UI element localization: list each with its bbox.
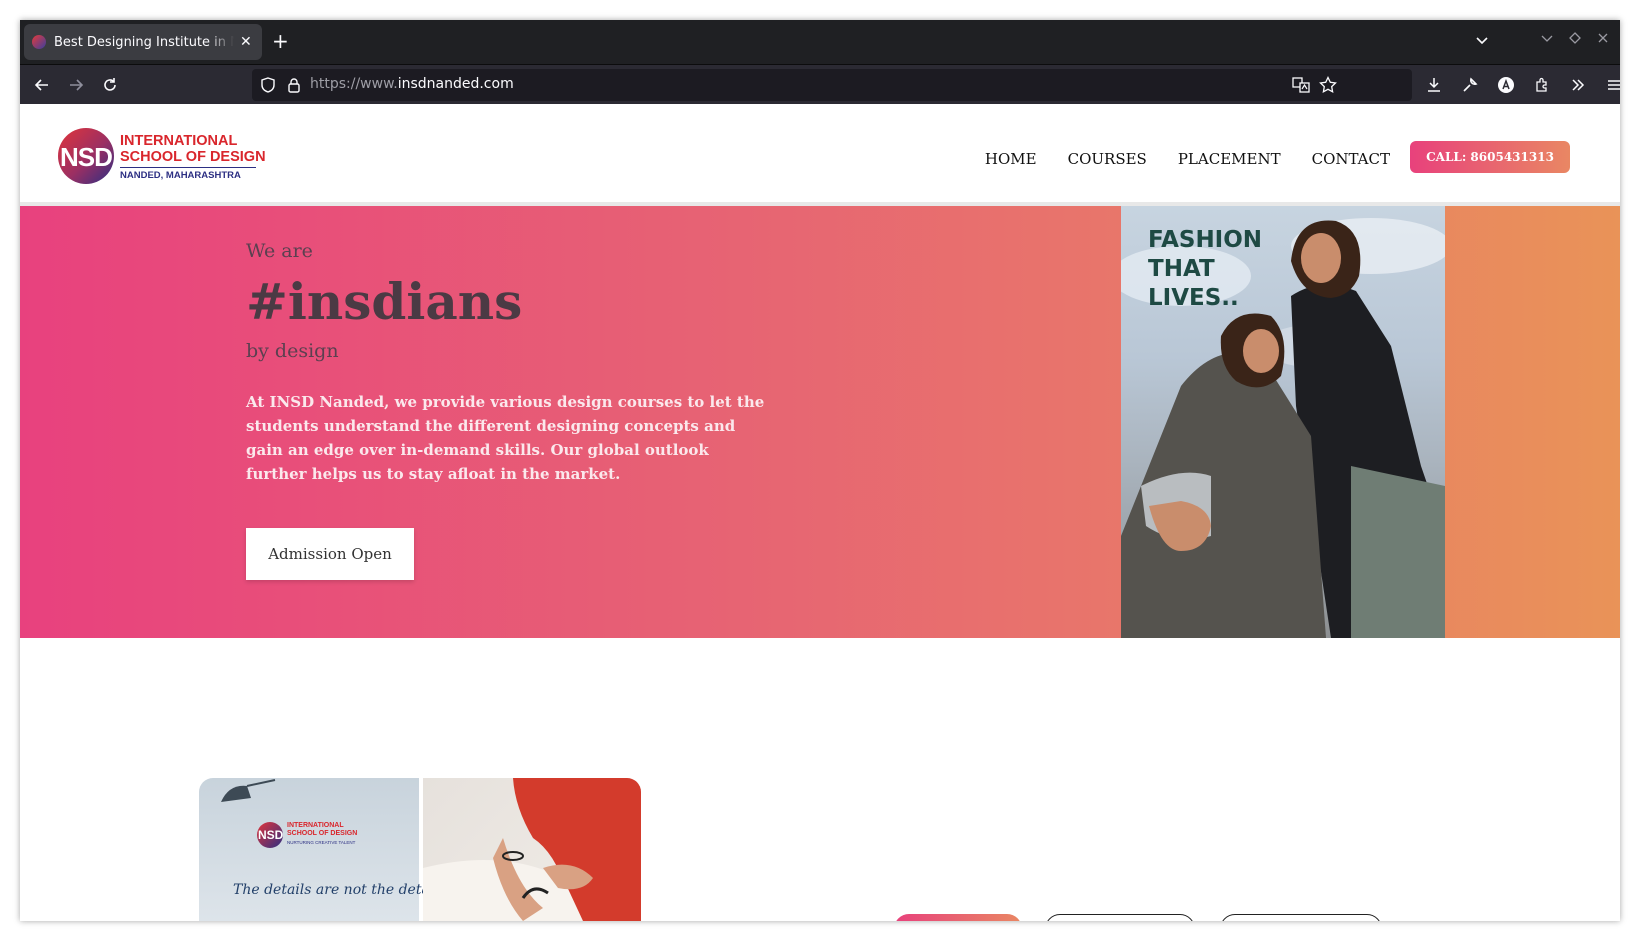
fashion-photo: FASHION THAT LIVES.. [1121,206,1445,638]
new-tab-icon[interactable]: + [272,30,289,52]
wrench-icon[interactable] [1458,73,1482,97]
filter-tab-active[interactable] [894,914,1022,921]
tab-close-icon[interactable]: ✕ [240,34,252,50]
hero-subtitle: by design [246,340,339,362]
reload-icon[interactable] [98,73,122,97]
gallery-image-tailoring [423,778,641,921]
filter-tab[interactable] [1045,914,1195,921]
overflow-chevrons-icon[interactable] [1566,73,1590,97]
maximize-icon[interactable] [1568,31,1582,50]
lock-icon[interactable] [286,77,302,97]
minimize-icon[interactable] [1540,31,1554,50]
shield-icon[interactable] [260,77,276,97]
gallery-logo-mark: NSD [258,828,284,842]
filter-tab[interactable] [1220,914,1382,921]
gallery-logo-tagline: NURTURING CREATIVE TALENT [287,840,356,845]
gallery-logo-line2: SCHOOL OF DESIGN [287,830,358,837]
admission-open-button[interactable]: Admission Open [246,528,414,580]
site-logo[interactable]: NSD INTERNATIONAL SCHOOL OF DESIGN NANDE… [58,128,268,186]
gallery-quote: The details are not the details. [233,882,451,898]
tab-title: Best Designing Institute in Nanded [54,34,234,50]
browser-tab-active[interactable]: Best Designing Institute in Nanded ✕ [24,24,262,60]
tab-bar: Best Designing Institute in Nanded ✕ + [20,20,1620,64]
tab-list-chevron-icon[interactable] [1474,32,1490,52]
url-text[interactable]: https://www.insdnanded.com [310,76,514,92]
gallery-image-brand: NSD INTERNATIONAL SCHOOL OF DESIGN NURTU… [199,778,450,921]
logo-mark: NSD [60,142,113,172]
bookmark-star-icon[interactable] [1319,75,1337,98]
nav-contact-link[interactable]: CONTACT [1312,150,1390,168]
close-window-icon[interactable] [1596,31,1610,50]
site-header: NSD INTERNATIONAL SCHOOL OF DESIGN NANDE… [20,104,1620,206]
hero-title: #insdians [246,272,523,331]
page-viewport: NSD INTERNATIONAL SCHOOL OF DESIGN NANDE… [20,104,1620,921]
main-navigation: HOME COURSES PLACEMENT CONTACT [985,150,1390,168]
tailoring-illustration [423,778,641,921]
downloads-icon[interactable] [1422,73,1446,97]
photo-caption: FASHION THAT LIVES.. [1148,227,1263,311]
nav-courses-link[interactable]: COURSES [1068,150,1147,168]
hero-eyebrow: We are [246,240,313,262]
back-icon[interactable] [30,73,54,97]
translate-icon[interactable] [1292,76,1310,98]
logo-location: NANDED, MAHARASHTRA [120,170,241,181]
gallery-logo-line1: INTERNATIONAL [287,822,344,829]
gallery-logo: NSD INTERNATIONAL SCHOOL OF DESIGN NURTU… [257,820,367,850]
lamp-icon [221,779,276,802]
nav-placement-link[interactable]: PLACEMENT [1178,150,1281,168]
extensions-icon[interactable] [1530,73,1554,97]
hamburger-menu-icon[interactable] [1602,73,1620,97]
browser-toolbar: https://www.insdnanded.com [20,64,1620,104]
favicon-icon [32,35,46,49]
hero-description: At INSD Nanded, we provide various desig… [246,393,765,483]
logo-text-line1: INTERNATIONAL [120,133,238,149]
gallery-preview: NSD INTERNATIONAL SCHOOL OF DESIGN NURTU… [199,778,641,921]
call-button[interactable]: CALL: 8605431313 [1410,141,1570,173]
forward-icon[interactable] [64,73,88,97]
nav-home-link[interactable]: HOME [985,150,1037,168]
logo-divider [120,167,256,168]
account-icon[interactable] [1494,73,1518,97]
url-bar[interactable]: https://www.insdnanded.com [252,69,1412,101]
browser-window: Best Designing Institute in Nanded ✕ + [20,20,1620,921]
logo-text-line2: SCHOOL OF DESIGN [120,149,266,165]
